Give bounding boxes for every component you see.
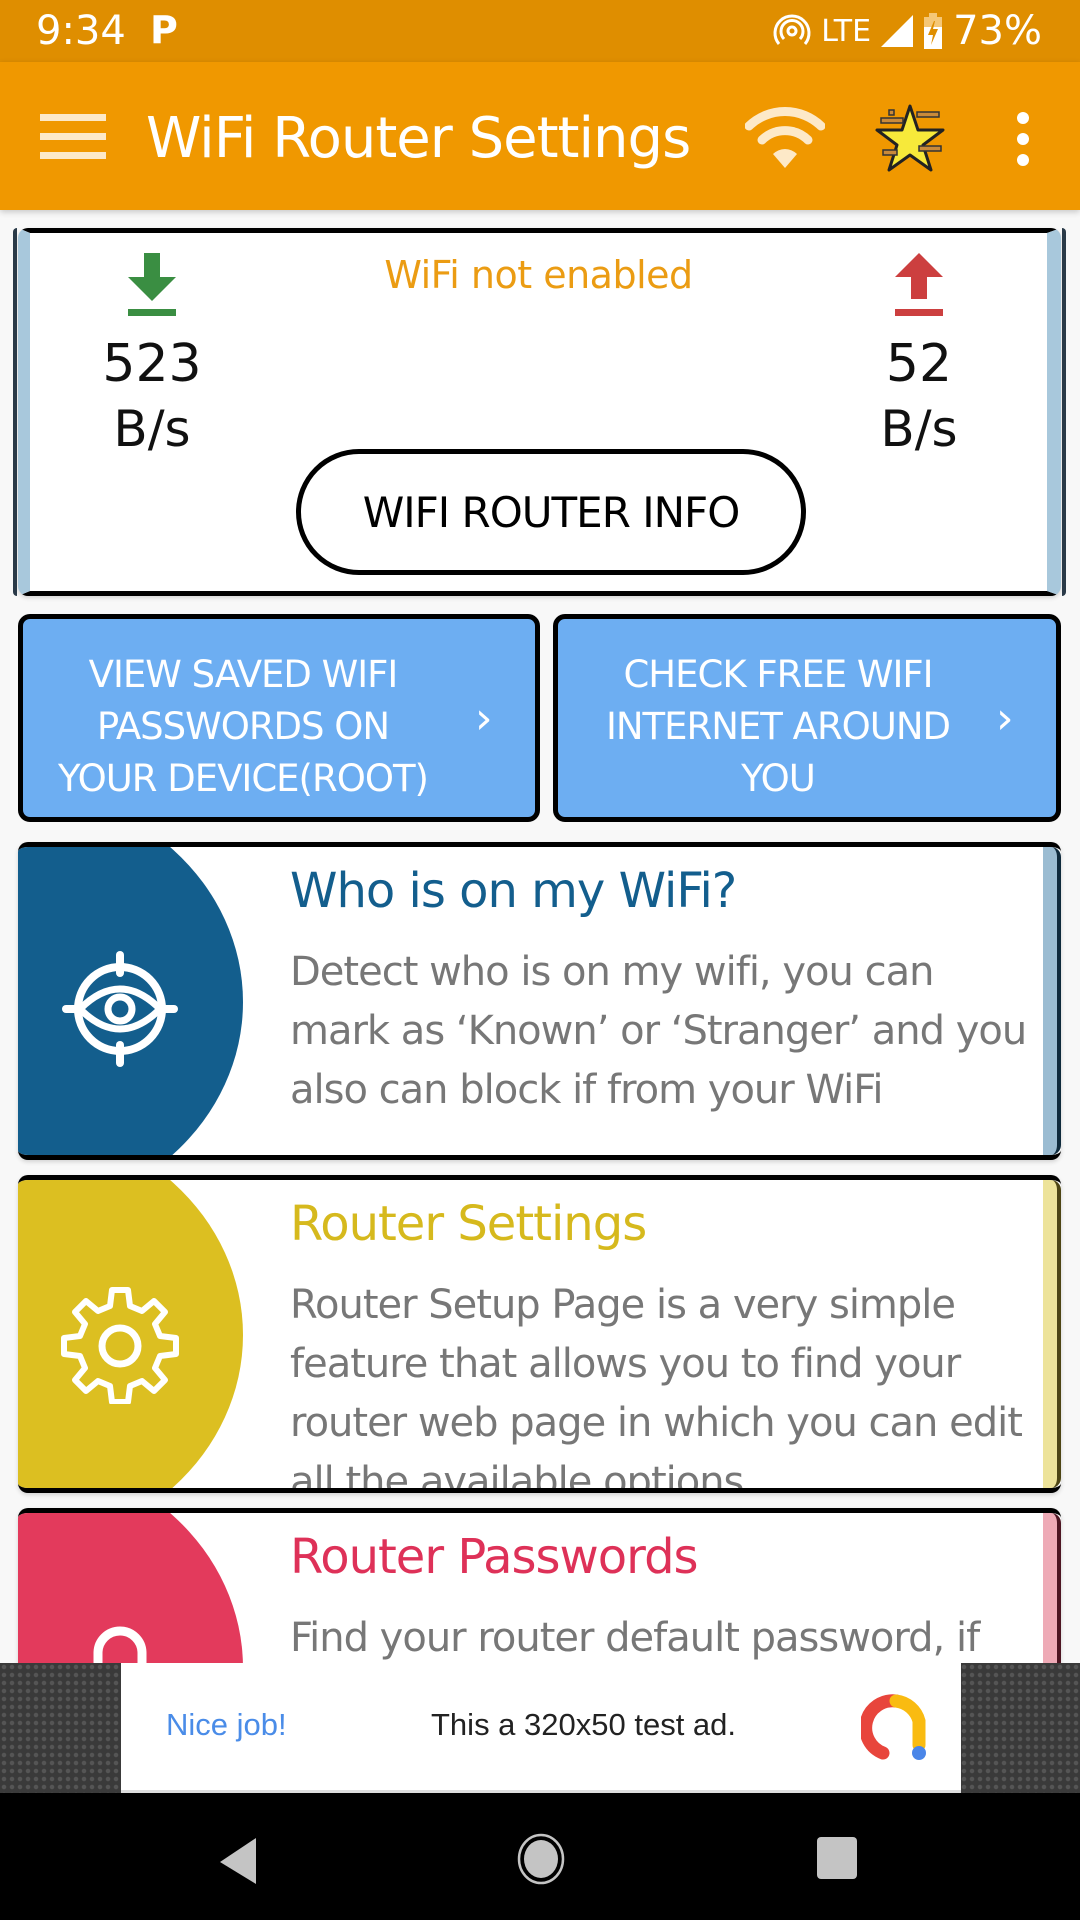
feature-card-router-settings[interactable]: Router Settings Router Setup Page is a v… xyxy=(18,1175,1061,1493)
view-saved-wifi-passwords-button[interactable]: VIEW SAVED WIFI PASSWORDS ON YOUR DEVICE… xyxy=(18,614,540,822)
label-line: PASSWORDS ON xyxy=(96,705,390,748)
speed-card: 523 B/s WiFi not enabled 52 B/s WIFI ROU… xyxy=(13,228,1066,596)
download-unit: B/s xyxy=(113,400,191,458)
ad-banner[interactable]: Nice job! This a 320x50 test ad. xyxy=(121,1663,961,1793)
feature-description: Find your router default password, if xyxy=(290,1615,980,1661)
upload-unit: B/s xyxy=(880,400,958,458)
status-indicators: LTE 73% xyxy=(773,8,1042,54)
menu-icon-bar xyxy=(40,152,106,159)
system-nav-bar xyxy=(0,1793,1080,1920)
hotspot-icon xyxy=(773,14,811,45)
admob-logo-icon xyxy=(861,1694,926,1760)
card-accent-strip xyxy=(1043,1180,1061,1488)
ad-banner-container: Nice job! This a 320x50 test ad. xyxy=(0,1663,1080,1793)
label-line: VIEW SAVED WIFI xyxy=(88,653,399,696)
status-time: 9:34 xyxy=(36,8,126,54)
ad-headline: Nice job! xyxy=(166,1707,287,1742)
label-line: CHECK FREE WIFI xyxy=(623,653,933,696)
more-vert-icon-dot xyxy=(1017,112,1029,124)
feature-description: Detect who is on my wifi, you can mark a… xyxy=(290,949,1027,1113)
label-line: YOUR DEVICE(ROOT) xyxy=(58,757,429,800)
feature-title: Router Settings xyxy=(290,1196,647,1252)
ad-text: This a 320x50 test ad. xyxy=(431,1707,737,1742)
card-accent-strip xyxy=(1043,847,1061,1155)
button-label: VIEW SAVED WIFI PASSWORDS ON YOUR DEVICE… xyxy=(43,649,443,805)
download-value: 523 xyxy=(102,334,202,394)
app-title: WiFi Router Settings xyxy=(146,106,691,171)
star-premium-icon[interactable] xyxy=(875,102,945,174)
chevron-right-icon: › xyxy=(996,693,1014,744)
chevron-right-icon: › xyxy=(475,693,493,744)
nav-recents-icon[interactable] xyxy=(817,1837,857,1879)
feature-description: Router Setup Page is a very simple featu… xyxy=(290,1282,1023,1493)
label-line: YOU xyxy=(741,757,816,800)
battery-charging-icon xyxy=(924,13,943,49)
more-vert-icon-dot xyxy=(1017,133,1029,145)
upload-value: 52 xyxy=(885,334,953,394)
gear-icon xyxy=(61,1287,179,1404)
status-bar: 9:34 P LTE 73% xyxy=(0,0,1080,62)
parking-notification-icon: P xyxy=(150,8,178,52)
battery-percent: 73% xyxy=(953,8,1042,54)
menu-icon-bar xyxy=(40,133,106,140)
nav-home-icon[interactable] xyxy=(517,1833,565,1885)
upload-arrow-icon xyxy=(895,253,943,316)
feature-title: Router Passwords xyxy=(290,1529,699,1585)
nav-back-icon[interactable] xyxy=(218,1838,258,1884)
menu-icon-bar xyxy=(40,114,106,121)
feature-card-who-is-on-my-wifi[interactable]: Who is on my WiFi? Detect who is on my w… xyxy=(18,842,1061,1160)
more-options-button[interactable] xyxy=(1005,112,1041,166)
eye-target-icon xyxy=(62,951,178,1067)
feature-title: Who is on my WiFi? xyxy=(290,863,737,919)
signal-icon xyxy=(881,15,914,47)
menu-button[interactable] xyxy=(40,114,106,160)
wifi-router-info-button[interactable]: WIFI ROUTER INFO xyxy=(296,449,806,575)
button-label: CHECK FREE WIFI INTERNET AROUND YOU xyxy=(578,649,978,805)
check-free-wifi-button[interactable]: CHECK FREE WIFI INTERNET AROUND YOU › xyxy=(553,614,1061,822)
network-type: LTE xyxy=(821,13,872,49)
more-vert-icon-dot xyxy=(1017,154,1029,166)
upload-speed: 52 B/s xyxy=(849,253,989,461)
wifi-icon[interactable] xyxy=(745,102,825,172)
label-line: INTERNET AROUND xyxy=(605,705,951,748)
app-bar: WiFi Router Settings xyxy=(0,62,1080,210)
